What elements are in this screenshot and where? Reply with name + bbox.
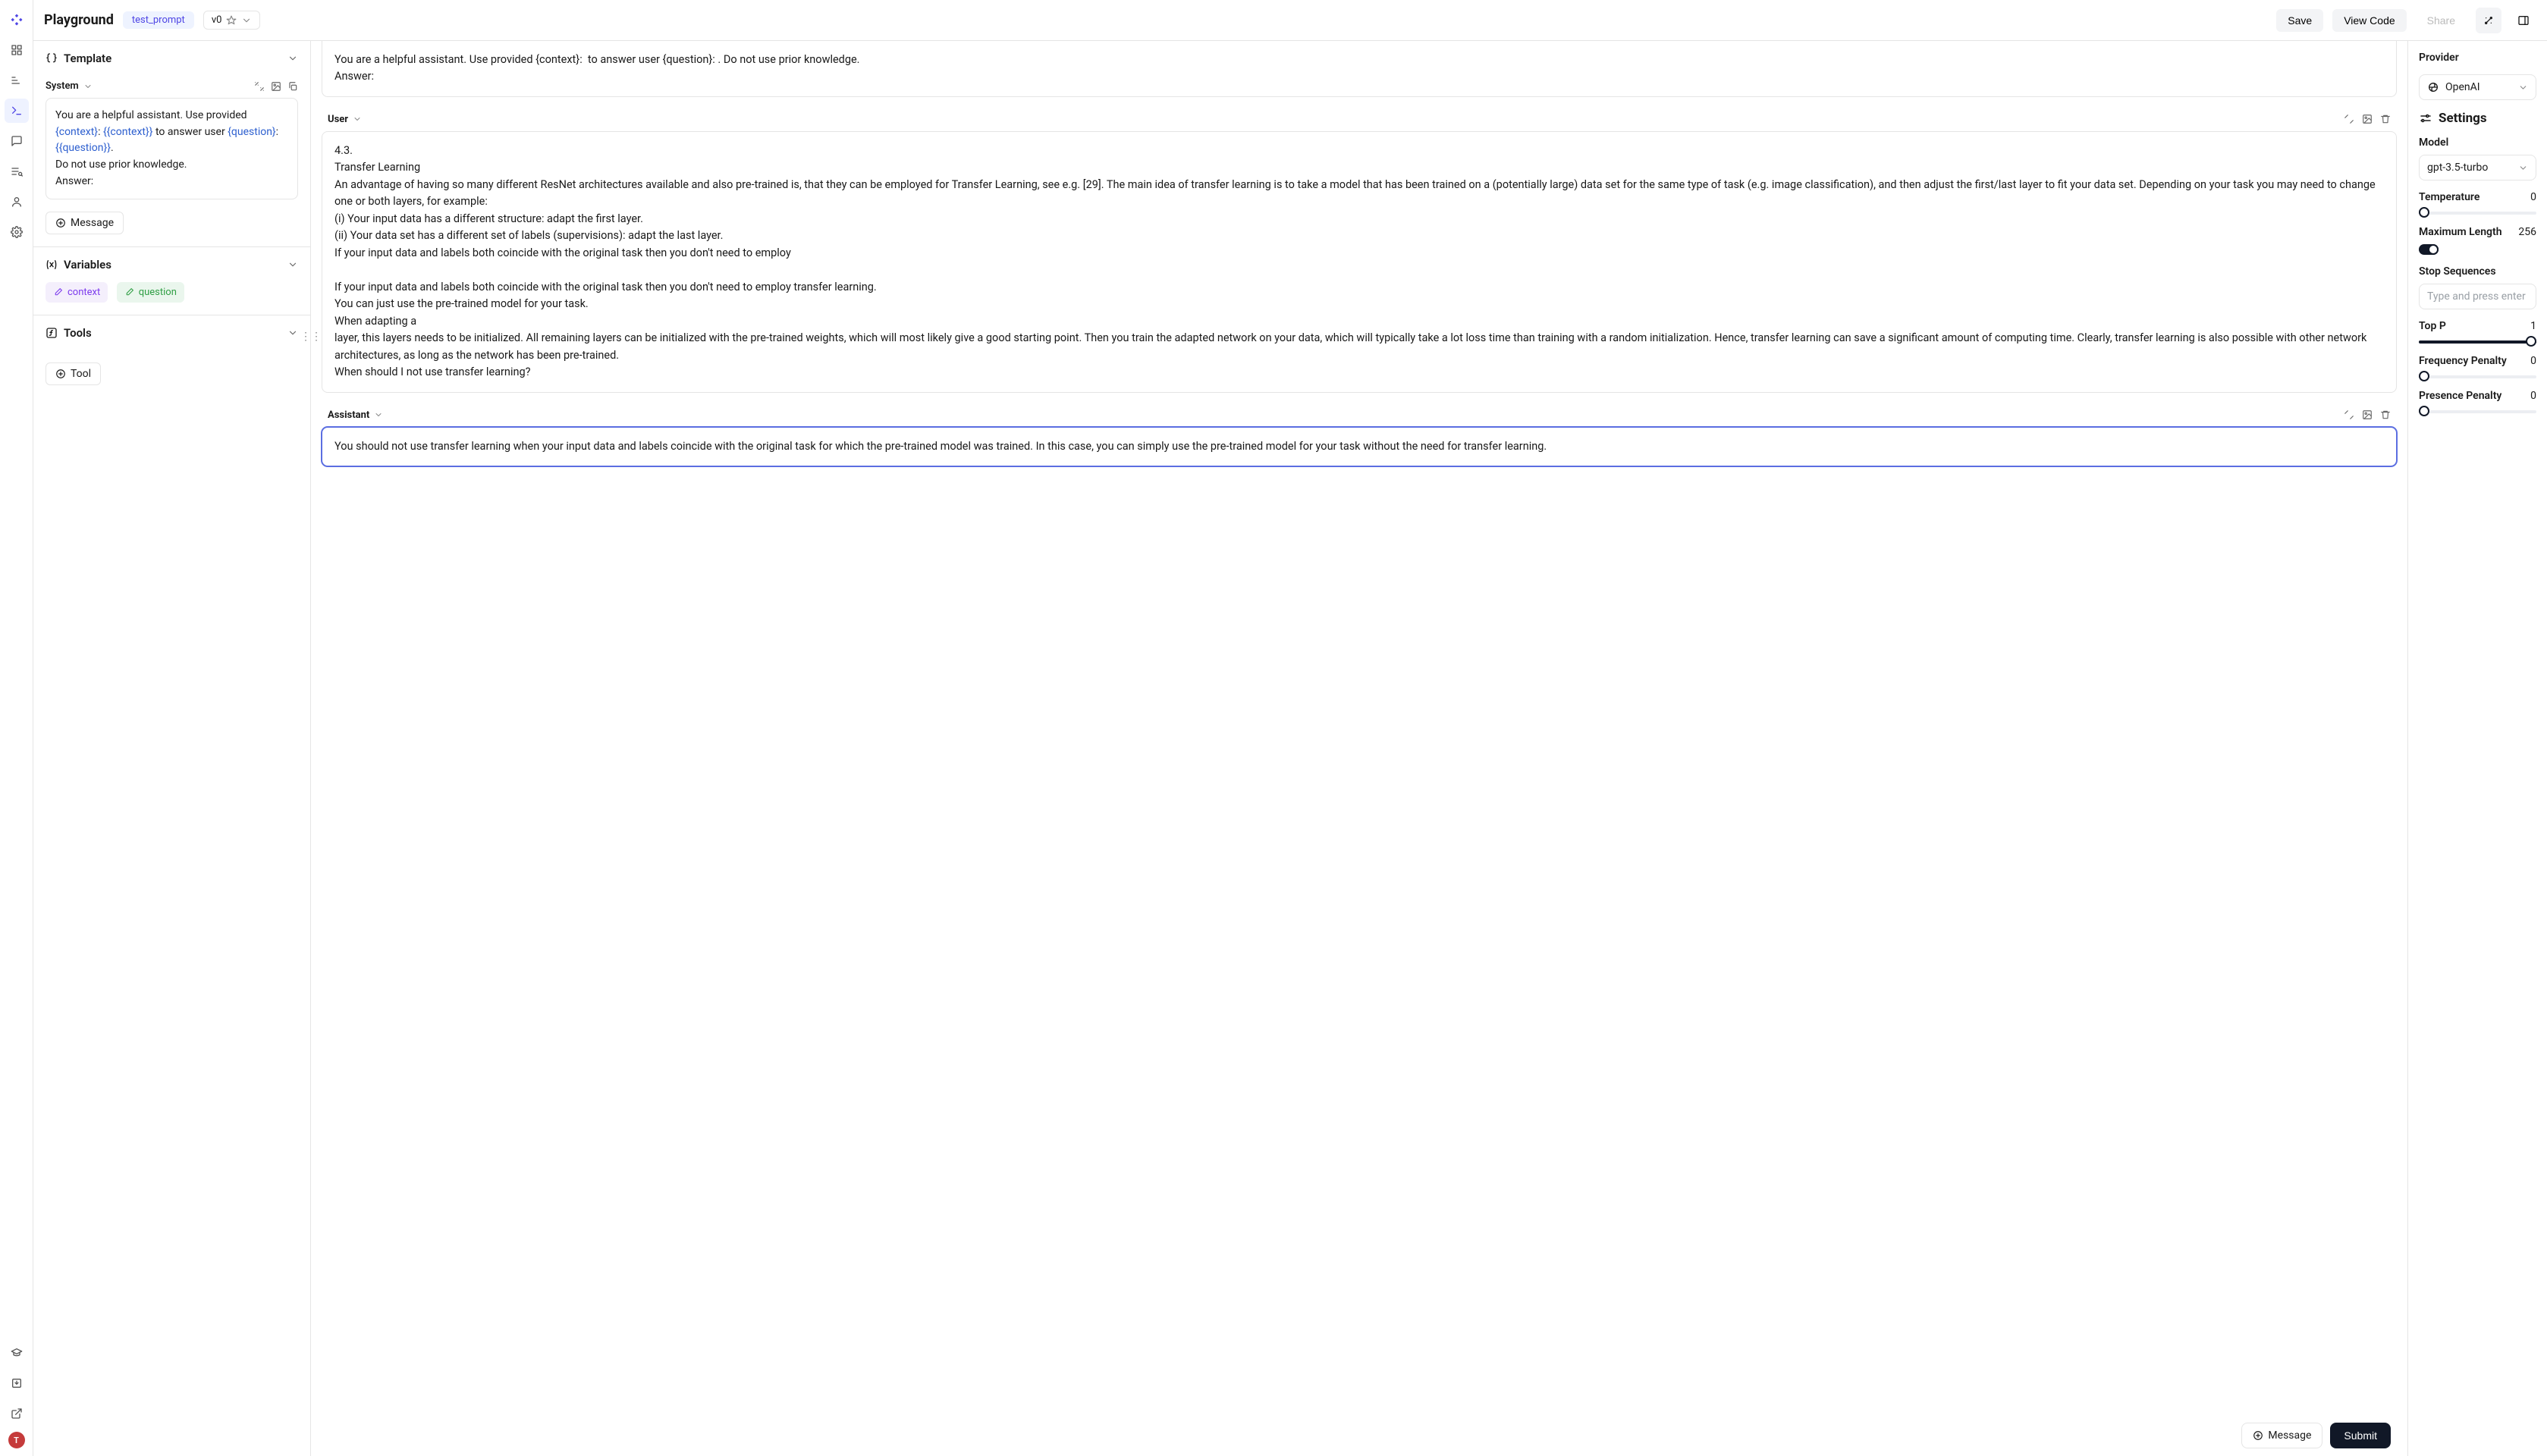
image-icon[interactable] [2362, 410, 2373, 420]
nav-rail: T [0, 0, 33, 1456]
template-panel: Template System [33, 41, 311, 1456]
freq-penalty-slider[interactable] [2419, 373, 2536, 379]
download-icon[interactable] [5, 1371, 29, 1395]
top-p-slider[interactable] [2419, 338, 2536, 344]
presence-penalty-value: 0 [2530, 390, 2536, 402]
chevron-down-icon[interactable] [353, 115, 362, 124]
expand-icon[interactable] [2476, 8, 2501, 33]
freq-penalty-value: 0 [2530, 355, 2536, 367]
version-label: v0 [212, 14, 222, 26]
add-tool-button[interactable]: Tool [46, 362, 101, 385]
braces-icon [46, 52, 58, 64]
collapse-icon[interactable] [2344, 410, 2354, 420]
chevron-down-icon [2518, 83, 2528, 93]
gear-icon[interactable] [5, 220, 29, 244]
copy-icon[interactable] [287, 81, 298, 92]
system-rendered-box[interactable]: You are a helpful assistant. Use provide… [322, 41, 2397, 97]
assistant-role-label: Assistant [328, 410, 369, 421]
edit-icon [53, 287, 63, 297]
system-label: System [46, 80, 79, 92]
sliders-icon [2419, 111, 2432, 125]
temperature-slider[interactable] [2419, 209, 2536, 215]
presence-penalty-slider[interactable] [2419, 408, 2536, 414]
max-length-label: Maximum Length [2419, 226, 2502, 238]
stop-sequences-label: Stop Sequences [2419, 265, 2536, 278]
terminal-icon[interactable] [5, 99, 29, 123]
chevron-down-icon[interactable] [83, 82, 93, 91]
function-icon [46, 327, 58, 339]
temperature-value: 0 [2530, 191, 2536, 203]
plus-icon [55, 218, 66, 228]
settings-panel: Provider OpenAI Settings Model gpt-3.5-t… [2407, 41, 2547, 1456]
star-icon [226, 15, 237, 26]
system-template-box[interactable]: You are a helpful assistant. Use provide… [46, 98, 298, 199]
chevron-down-icon [287, 53, 298, 64]
collapse-icon[interactable] [254, 81, 265, 92]
education-icon[interactable] [5, 1341, 29, 1365]
share-button: Share [2416, 9, 2467, 32]
variables-header[interactable]: Variables [33, 247, 310, 282]
user-message-box[interactable]: 4.3. Transfer Learning An advantage of h… [322, 131, 2397, 393]
tree-icon[interactable] [5, 68, 29, 93]
model-label: Model [2419, 136, 2536, 149]
user-icon[interactable] [5, 190, 29, 214]
stop-sequences-input[interactable]: Type and press enter [2419, 284, 2536, 309]
avatar[interactable]: T [8, 1432, 25, 1448]
collapse-icon[interactable] [2344, 114, 2354, 124]
template-title: Template [64, 52, 111, 65]
temperature-label: Temperature [2419, 191, 2479, 203]
model-select[interactable]: gpt-3.5-turbo [2419, 155, 2536, 180]
plus-icon [2253, 1430, 2263, 1441]
panel-toggle-icon[interactable] [2511, 8, 2536, 33]
variable-icon [46, 259, 58, 271]
variables-title: Variables [64, 258, 111, 271]
freq-penalty-label: Frequency Penalty [2419, 355, 2507, 367]
max-length-value: 256 [2518, 226, 2536, 238]
prompt-name-tag[interactable]: test_prompt [123, 11, 194, 29]
edit-icon [124, 287, 134, 297]
external-link-icon[interactable] [5, 1401, 29, 1426]
chevron-down-icon [2518, 163, 2528, 173]
add-message-button[interactable]: Message [46, 212, 124, 234]
chevron-down-icon [287, 328, 298, 338]
conversation-footer: Message Submit [311, 1415, 2407, 1456]
search-list-icon[interactable] [5, 159, 29, 184]
tools-title: Tools [64, 326, 92, 340]
trash-icon[interactable] [2380, 410, 2391, 420]
user-role-label: User [328, 114, 348, 125]
settings-title: Settings [2439, 111, 2487, 126]
submit-button[interactable]: Submit [2330, 1423, 2391, 1448]
logo-icon[interactable] [5, 8, 29, 32]
view-code-button[interactable]: View Code [2332, 9, 2406, 32]
assistant-message-box[interactable]: You should not use transfer learning whe… [322, 427, 2397, 466]
add-message-button[interactable]: Message [2241, 1423, 2322, 1448]
version-select[interactable]: v0 [203, 11, 261, 30]
variable-context-chip[interactable]: context [46, 282, 108, 303]
chat-icon[interactable] [5, 129, 29, 153]
save-button[interactable]: Save [2276, 9, 2323, 32]
variable-question-chip[interactable]: question [117, 282, 184, 303]
grid-icon[interactable] [5, 38, 29, 62]
presence-penalty-label: Presence Penalty [2419, 390, 2501, 402]
resize-handle-icon[interactable]: ⋮⋮ [308, 329, 314, 344]
provider-label: Provider [2419, 52, 2536, 64]
chevron-down-icon[interactable] [374, 410, 383, 419]
chevron-down-icon [241, 15, 252, 26]
provider-select[interactable]: OpenAI [2419, 74, 2536, 100]
max-length-toggle[interactable] [2419, 244, 2439, 255]
top-p-label: Top P [2419, 320, 2446, 332]
topbar: Playground test_prompt v0 Save View Code… [33, 0, 2547, 41]
image-icon[interactable] [271, 81, 281, 92]
template-header[interactable]: Template [33, 41, 310, 76]
conversation-panel: ⋮⋮ You are a helpful assistant. Use prov… [311, 41, 2407, 1456]
page-title: Playground [44, 12, 114, 28]
image-icon[interactable] [2362, 114, 2373, 124]
top-p-value: 1 [2530, 320, 2536, 332]
trash-icon[interactable] [2380, 114, 2391, 124]
openai-icon [2427, 81, 2439, 93]
plus-icon [55, 369, 66, 379]
tools-header[interactable]: Tools [33, 315, 310, 350]
chevron-down-icon [287, 259, 298, 270]
